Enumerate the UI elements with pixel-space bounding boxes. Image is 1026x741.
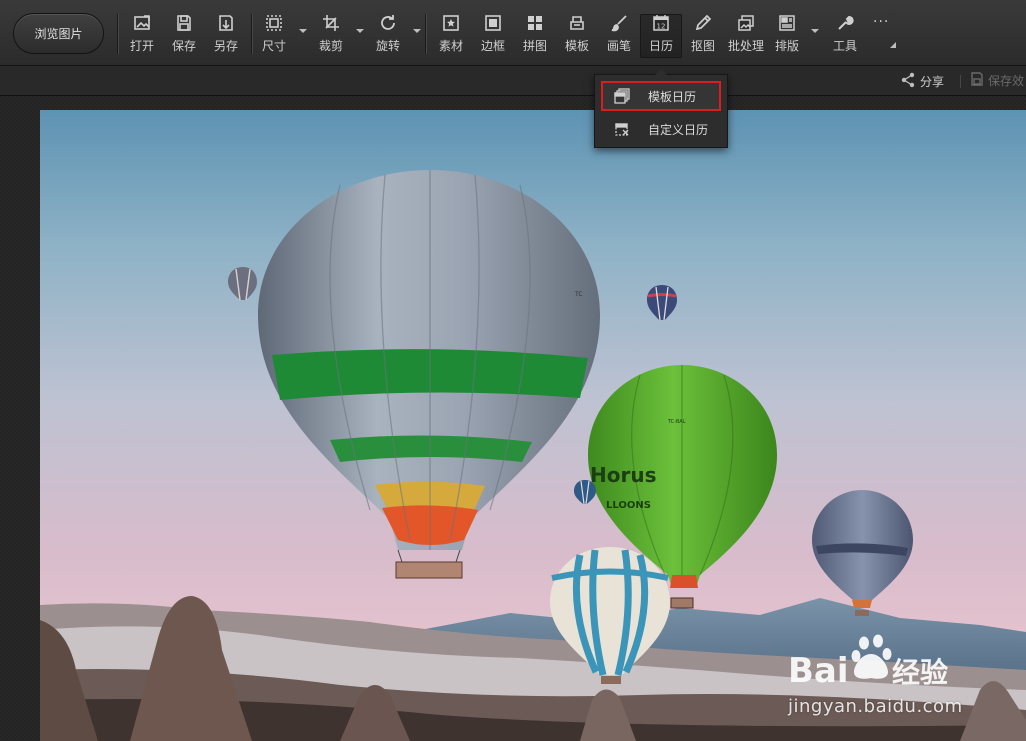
calendar-dropdown-menu: 模板日历 自定义日历 [594, 69, 728, 148]
rotate-icon [379, 14, 397, 32]
layout-label: 排版 [774, 39, 799, 53]
save-as-button[interactable]: 另存 [205, 14, 247, 58]
toolbar-separator [117, 14, 118, 54]
layout-button[interactable]: 排版 [766, 14, 808, 58]
layout-dropdown-arrow[interactable] [811, 29, 819, 33]
watermark-logo-text-cn: 经验 [892, 656, 948, 689]
calendar-icon-number: 12 [657, 23, 666, 31]
collage-icon [526, 14, 544, 32]
cutout-button[interactable]: 抠图 [682, 14, 724, 58]
calendar-icon: 12 [652, 14, 670, 32]
open-label: 打开 [129, 39, 154, 53]
frame-icon [484, 14, 502, 32]
batch-button[interactable]: 批处理 [724, 14, 768, 58]
small-balloon-center [647, 285, 677, 321]
brush-button[interactable]: 画笔 [598, 14, 640, 58]
sticker-button[interactable]: 素材 [430, 14, 472, 58]
toolbar-separator [425, 14, 426, 54]
calendar-label: 日历 [648, 39, 673, 53]
balloon-text-tcbal: TC-BAL [667, 419, 686, 425]
template-label: 模板 [564, 39, 589, 53]
resize-label: 尺寸 [261, 39, 286, 53]
balloon-text-tc: TC [574, 291, 583, 298]
balloon-text-lloons: LLOONS [606, 500, 651, 511]
resize-icon [265, 14, 283, 32]
open-image-icon [133, 14, 151, 32]
frame-label: 边框 [480, 39, 505, 53]
crop-button[interactable]: 裁剪 [310, 14, 352, 58]
crop-label: 裁剪 [318, 39, 343, 53]
custom-calendar-icon [614, 121, 630, 137]
batch-label: 批处理 [727, 39, 764, 53]
small-balloon-left [228, 267, 257, 301]
collage-label: 拼图 [522, 39, 547, 53]
save-label: 保存 [171, 39, 196, 53]
share-label: 分享 [920, 75, 945, 89]
template-button[interactable]: 模板 [556, 14, 598, 58]
secondary-toolbar: 分享 保存效 [0, 66, 1026, 96]
main-toolbar: 浏览图片 打开 保存 另存 尺寸 裁剪 旋转 素材 边框 拼图 模板 画笔 12… [0, 0, 1026, 66]
resize-button[interactable]: 尺寸 [253, 14, 295, 58]
watermark-url: jingyan.baidu.com [788, 696, 963, 717]
batch-icon [737, 14, 755, 32]
tiny-balloon [574, 480, 596, 505]
cutout-label: 抠图 [690, 39, 715, 53]
rotate-button[interactable]: 旋转 [367, 14, 409, 58]
menu-item-template-calendar[interactable]: 模板日历 [601, 81, 721, 111]
sticker-label: 素材 [438, 39, 463, 53]
save-effect-label: 保存效 [988, 74, 1025, 88]
open-button[interactable]: 打开 [121, 14, 163, 58]
resize-dropdown-arrow[interactable] [299, 29, 307, 33]
tools-label: 工具 [832, 39, 857, 53]
toolbar-expand-icon[interactable] [890, 42, 896, 48]
save-effect-icon [970, 72, 984, 89]
save-icon [175, 14, 193, 32]
balloon-text-horus: Horus [590, 463, 656, 487]
more-options-button[interactable]: ··· [873, 14, 889, 30]
baidu-jingyan-watermark: Bai 经验 [786, 632, 976, 696]
subbar-divider [960, 75, 961, 88]
menu-item-custom-calendar[interactable]: 自定义日历 [601, 114, 721, 144]
brush-label: 画笔 [606, 39, 631, 53]
calendar-button[interactable]: 12 日历 [640, 14, 682, 58]
grey-balloon-right [812, 490, 913, 616]
menu-item-custom-calendar-label: 自定义日历 [648, 122, 709, 137]
share-icon [900, 72, 916, 91]
menu-item-template-calendar-label: 模板日历 [648, 89, 697, 104]
wrench-icon [836, 14, 854, 32]
crop-dropdown-arrow[interactable] [356, 29, 364, 33]
crop-icon [322, 14, 340, 32]
brush-icon [610, 14, 628, 32]
template-icon [568, 14, 586, 32]
save-as-icon [217, 14, 235, 32]
large-grey-balloon: TC [258, 170, 600, 579]
frame-button[interactable]: 边框 [472, 14, 514, 58]
watermark-logo-text: Bai [788, 651, 849, 691]
save-effect-button[interactable]: 保存效 [970, 72, 1024, 89]
rotate-label: 旋转 [375, 39, 400, 53]
share-button[interactable]: 分享 [900, 72, 944, 91]
sticker-icon [442, 14, 460, 32]
save-as-label: 另存 [213, 39, 238, 53]
collage-button[interactable]: 拼图 [514, 14, 556, 58]
layout-icon [778, 14, 796, 32]
browse-images-button[interactable]: 浏览图片 [13, 13, 104, 54]
save-button[interactable]: 保存 [163, 14, 205, 58]
template-calendar-icon [614, 88, 630, 104]
tools-button[interactable]: 工具 [824, 14, 866, 58]
toolbar-separator [251, 14, 252, 54]
cutout-icon [694, 14, 712, 32]
rotate-dropdown-arrow[interactable] [413, 29, 421, 33]
